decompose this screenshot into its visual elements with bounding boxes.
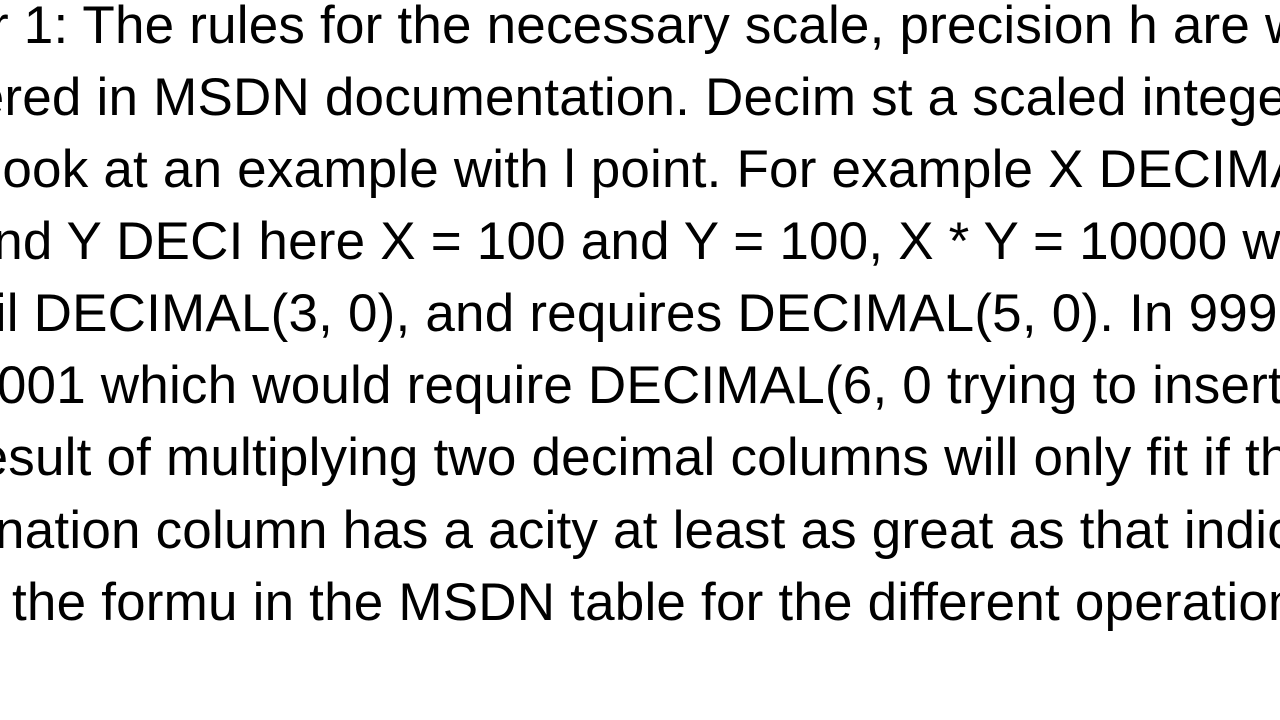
body-paragraph: wer 1: The rules for the necessary scale… — [0, 0, 1280, 639]
